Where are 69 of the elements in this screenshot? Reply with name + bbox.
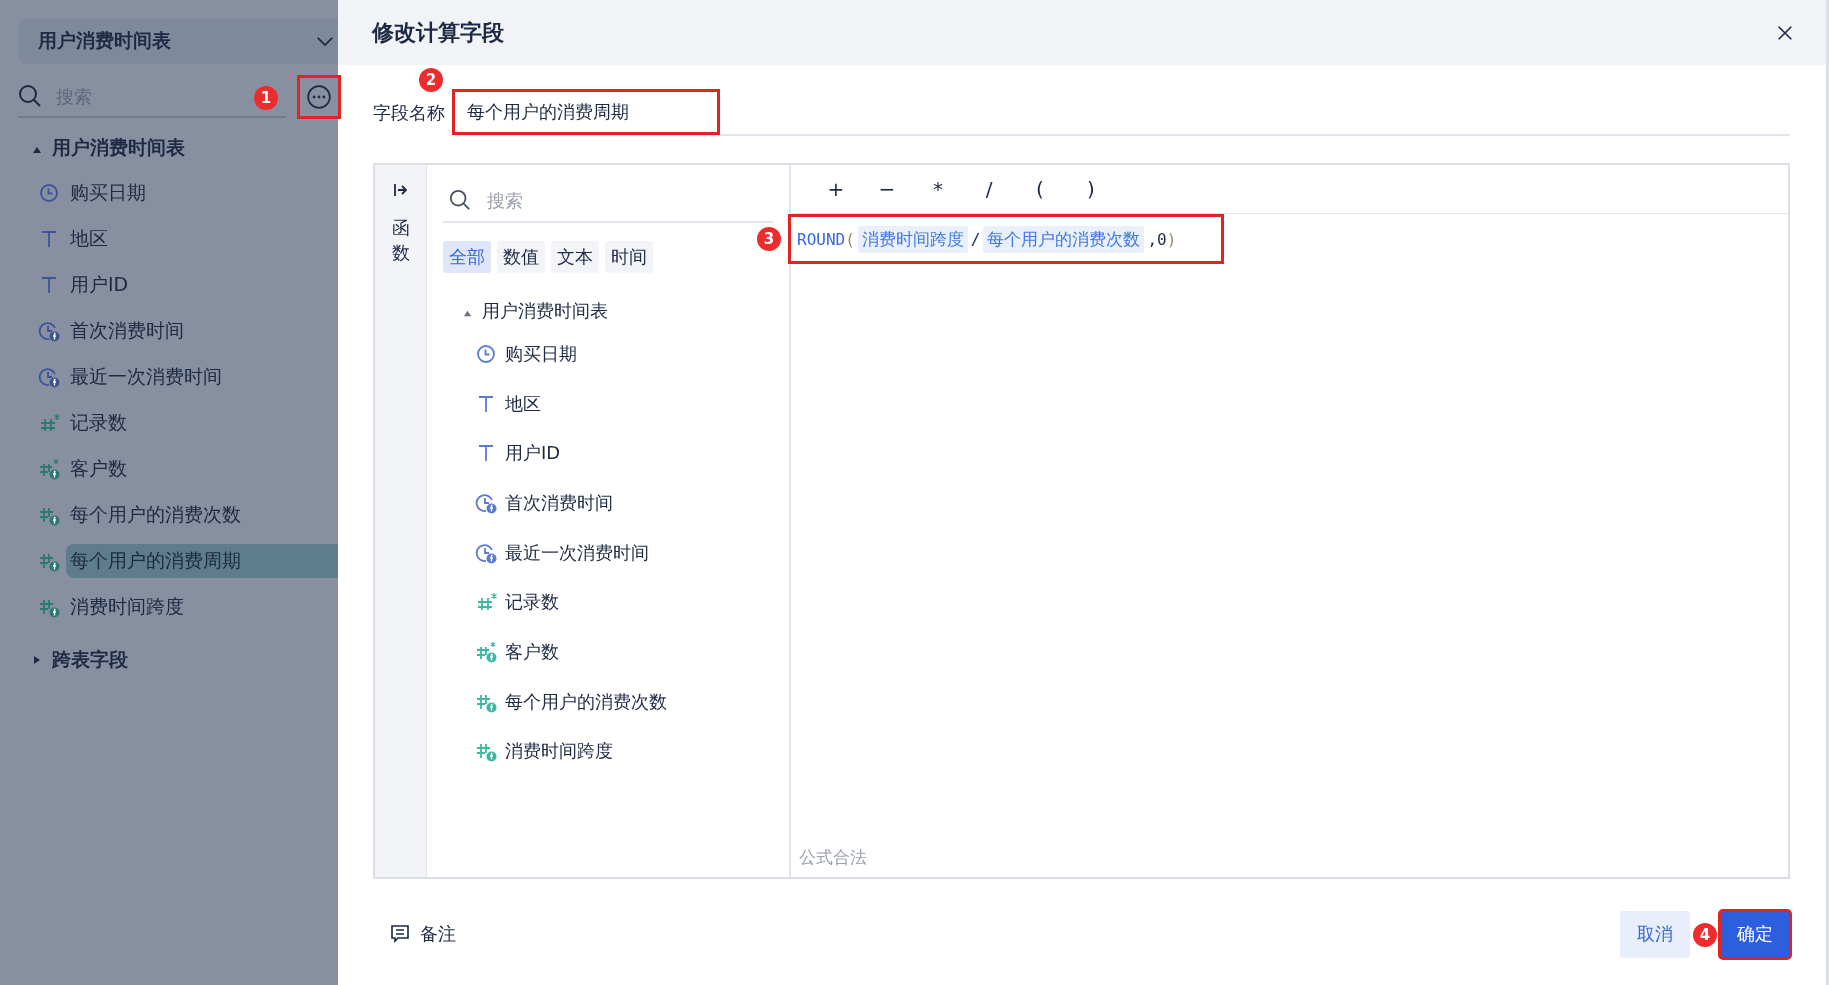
search-icon	[449, 189, 471, 211]
field-item[interactable]: 首次消费时间	[66, 314, 338, 348]
clock-formula-icon	[475, 541, 497, 564]
collapse-panel-icon[interactable]	[391, 181, 410, 199]
note-button[interactable]: 备注	[390, 922, 456, 946]
search-icon	[18, 84, 42, 108]
cancel-button[interactable]: 取消	[1620, 910, 1690, 958]
operator-button[interactable]: −	[872, 177, 902, 201]
hash-formula-icon	[38, 458, 60, 480]
table-dropdown[interactable]: 用户消费时间表	[18, 18, 338, 64]
field-item[interactable]: 客户数	[66, 452, 338, 486]
more-options-button[interactable]	[300, 78, 338, 116]
comment-icon	[390, 924, 410, 944]
tree-group-header[interactable]: 用户消费时间表	[18, 126, 338, 170]
formula-input[interactable]: ROUND( 消费时间跨度 / 每个用户的消费次数 ,0)	[791, 217, 1221, 261]
dialog-title: 修改计算字段	[372, 18, 504, 47]
formula-status: 公式合法	[798, 846, 868, 869]
confirm-button[interactable]: 确定	[1720, 910, 1790, 958]
field-item[interactable]: 消费时间跨度	[505, 739, 613, 764]
hash-asterisk-icon	[38, 412, 60, 434]
tree-group-label: 用户消费时间表	[482, 299, 608, 323]
field-item[interactable]: 每个用户的消费次数	[505, 689, 667, 714]
field-item[interactable]: 每个用户的消费次数	[66, 498, 338, 532]
clock-formula-icon	[38, 320, 60, 342]
operator-button[interactable]: +	[821, 177, 851, 201]
filter-tab[interactable]: 时间	[605, 241, 653, 273]
clock-icon	[475, 342, 497, 365]
field-name-input[interactable]: 每个用户的消费周期	[455, 92, 717, 132]
operator-button[interactable]: *	[923, 177, 953, 201]
field-item[interactable]: 客户数	[505, 639, 559, 664]
field-item[interactable]: 地区	[505, 391, 541, 416]
operator-button[interactable]: )	[1076, 177, 1106, 201]
filter-tab[interactable]: 全部	[443, 241, 491, 273]
caret-icon	[32, 145, 42, 155]
tree-group-label: 跨表字段	[52, 647, 128, 672]
field-item[interactable]: 用户ID	[505, 441, 561, 466]
chevron-down-icon	[316, 35, 334, 47]
field-item[interactable]: 消费时间跨度	[66, 590, 338, 624]
tree-group-header[interactable]: 跨表字段	[18, 638, 338, 682]
field-item[interactable]: 地区	[66, 222, 338, 256]
tree-group-label: 用户消费时间表	[52, 135, 185, 160]
operator-button[interactable]: /	[974, 177, 1004, 201]
step-number-badge: 2	[419, 68, 443, 92]
field-item[interactable]: 最近一次消费时间	[66, 360, 338, 394]
step-number-badge: 1	[254, 86, 278, 110]
clock-formula-icon	[475, 491, 497, 514]
field-item[interactable]: 购买日期	[505, 341, 577, 366]
hash-formula-icon	[475, 640, 497, 663]
operator-button[interactable]: (	[1025, 177, 1055, 201]
filter-tab[interactable]: 文本	[551, 241, 599, 273]
tree-group-header[interactable]: 用户消费时间表	[443, 293, 773, 329]
step-number-badge: 3	[757, 227, 781, 251]
caret-icon	[32, 655, 42, 665]
more-icon	[306, 84, 332, 110]
field-item[interactable]: 用户ID	[66, 268, 338, 302]
field-item[interactable]: 首次消费时间	[505, 490, 613, 515]
field-name-label: 字段名称	[373, 101, 445, 125]
caret-icon	[463, 308, 472, 318]
clock-icon	[38, 182, 60, 204]
clock-formula-icon	[38, 366, 60, 388]
field-search-field[interactable]: 搜索	[485, 188, 773, 212]
field-item[interactable]: 记录数	[505, 590, 559, 615]
field-item[interactable]: 最近一次消费时间	[505, 540, 649, 565]
field-item[interactable]: 购买日期	[66, 176, 338, 210]
step-number-badge: 4	[1693, 922, 1717, 947]
close-icon[interactable]	[1776, 23, 1794, 42]
field-item[interactable]: 记录数	[66, 406, 338, 440]
functions-tab[interactable]: 函数	[391, 215, 410, 266]
filter-tab[interactable]: 数值	[497, 241, 545, 273]
